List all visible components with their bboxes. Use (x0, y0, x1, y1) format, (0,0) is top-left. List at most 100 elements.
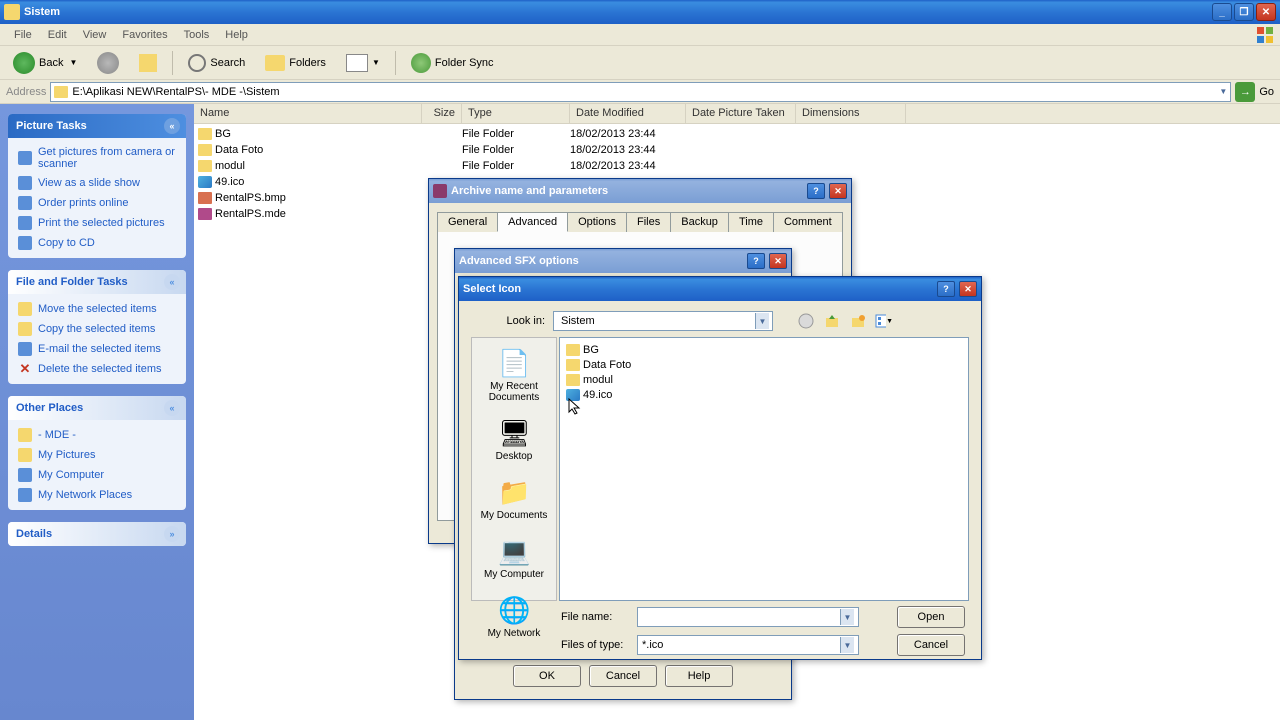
new-folder-button[interactable] (849, 312, 867, 330)
chevron-down-icon: ▼ (840, 609, 854, 625)
tab-advanced[interactable]: Advanced (497, 212, 568, 232)
col-picture-taken[interactable]: Date Picture Taken (686, 104, 796, 123)
folders-button[interactable]: Folders (258, 49, 333, 77)
ok-button[interactable]: OK (513, 665, 581, 687)
place-mde[interactable]: - MDE - (18, 428, 176, 442)
tab-backup[interactable]: Backup (670, 212, 729, 232)
task-copy-cd[interactable]: Copy to CD (18, 236, 176, 250)
archive-icon (433, 184, 447, 198)
foldersync-button[interactable]: Folder Sync (404, 49, 501, 77)
col-dimensions[interactable]: Dimensions (796, 104, 906, 123)
place-desktop[interactable]: 🖥Desktop (472, 414, 556, 465)
view-menu-button[interactable]: ▼ (875, 312, 893, 330)
collapse-icon[interactable]: « (164, 274, 180, 290)
lookin-label: Look in: (473, 315, 545, 327)
place-mycomputer[interactable]: My Computer (18, 468, 176, 482)
views-button[interactable]: ▼ (339, 49, 387, 77)
close-button[interactable]: ✕ (829, 183, 847, 199)
task-order-prints[interactable]: Order prints online (18, 196, 176, 210)
place-my-computer[interactable]: 💻My Computer (472, 532, 556, 583)
up-button[interactable] (132, 49, 164, 77)
views-icon (346, 54, 368, 72)
help-button[interactable]: ? (807, 183, 825, 199)
back-button[interactable]: Back▼ (6, 49, 84, 77)
place-my-documents[interactable]: 📁My Documents (472, 473, 556, 524)
cancel-button[interactable]: Cancel (589, 665, 657, 687)
file-item[interactable]: 49.ico (564, 387, 964, 402)
toolbar: Back▼ Search Folders ▼ Folder Sync (0, 46, 1280, 80)
go-button[interactable]: → (1235, 82, 1255, 102)
cart-icon (18, 196, 32, 210)
camera-icon (18, 151, 32, 165)
address-label: Address (6, 86, 46, 98)
expand-icon[interactable]: » (164, 526, 180, 542)
folder-icon (566, 344, 580, 356)
dialog-select-icon: Select Icon ? ✕ Look in: Sistem ▼ ▼ 📄My … (458, 276, 982, 660)
tab-time[interactable]: Time (728, 212, 774, 232)
delete-icon: ✕ (18, 362, 32, 376)
folder-icon (198, 160, 212, 172)
place-my-network[interactable]: 🌐My Network (472, 591, 556, 642)
place-network[interactable]: My Network Places (18, 488, 176, 502)
place-my-recent-documents[interactable]: 📄My Recent Documents (472, 344, 556, 406)
forward-button[interactable] (90, 49, 126, 77)
close-button[interactable]: ✕ (959, 281, 977, 297)
column-headers: Name Size Type Date Modified Date Pictur… (194, 104, 1280, 124)
task-get-pictures[interactable]: Get pictures from camera or scanner (18, 146, 176, 170)
cancel-button[interactable]: Cancel (897, 634, 965, 656)
file-item[interactable]: modul (564, 372, 964, 387)
open-button[interactable]: Open (897, 606, 965, 628)
place-mypictures[interactable]: My Pictures (18, 448, 176, 462)
task-print[interactable]: Print the selected pictures (18, 216, 176, 230)
folder-icon (198, 144, 212, 156)
task-email[interactable]: E-mail the selected items (18, 342, 176, 356)
menu-tools[interactable]: Tools (176, 26, 218, 44)
collapse-icon[interactable]: « (164, 118, 180, 134)
menu-view[interactable]: View (75, 26, 115, 44)
task-delete[interactable]: ✕Delete the selected items (18, 362, 176, 376)
collapse-icon[interactable]: « (164, 400, 180, 416)
folder-icon (198, 128, 212, 140)
menu-edit[interactable]: Edit (40, 26, 75, 44)
file-item[interactable]: BG (564, 342, 964, 357)
address-field[interactable]: E:\Aplikasi NEW\RentalPS\- MDE -\Sistem … (50, 82, 1231, 102)
tab-files[interactable]: Files (626, 212, 671, 232)
help-button[interactable]: Help (665, 665, 733, 687)
file-row[interactable]: Data FotoFile Folder18/02/2013 23:44 (194, 142, 1280, 158)
file-area[interactable]: BGData Fotomodul49.ico (559, 337, 969, 601)
filename-input[interactable]: ▼ (637, 607, 859, 627)
panel-title: Details (16, 528, 52, 540)
search-button[interactable]: Search (181, 49, 252, 77)
menu-favorites[interactable]: Favorites (114, 26, 175, 44)
panel-title: File and Folder Tasks (16, 276, 128, 288)
file-row[interactable]: BGFile Folder18/02/2013 23:44 (194, 126, 1280, 142)
lookin-combo[interactable]: Sistem ▼ (553, 311, 773, 331)
task-move[interactable]: Move the selected items (18, 302, 176, 316)
col-type[interactable]: Type (462, 104, 570, 123)
close-button[interactable]: ✕ (1256, 3, 1276, 21)
col-size[interactable]: Size (422, 104, 462, 123)
tab-options[interactable]: Options (567, 212, 627, 232)
col-date[interactable]: Date Modified (570, 104, 686, 123)
close-button[interactable]: ✕ (769, 253, 787, 269)
tab-comment[interactable]: Comment (773, 212, 843, 232)
task-copy[interactable]: Copy the selected items (18, 322, 176, 336)
help-button[interactable]: ? (747, 253, 765, 269)
computer-icon (18, 468, 32, 482)
minimize-button[interactable]: _ (1212, 3, 1232, 21)
filetype-combo[interactable]: *.ico▼ (637, 635, 859, 655)
menu-help[interactable]: Help (217, 26, 256, 44)
col-name[interactable]: Name (194, 104, 422, 123)
task-slideshow[interactable]: View as a slide show (18, 176, 176, 190)
tab-general[interactable]: General (437, 212, 498, 232)
move-icon (18, 302, 32, 316)
help-button[interactable]: ? (937, 281, 955, 297)
file-item[interactable]: Data Foto (564, 357, 964, 372)
up-nav-button[interactable] (823, 312, 841, 330)
back-nav-button[interactable] (797, 312, 815, 330)
maximize-button[interactable]: ❐ (1234, 3, 1254, 21)
panel-title: Picture Tasks (16, 120, 87, 132)
menu-file[interactable]: File (6, 26, 40, 44)
file-row[interactable]: modulFile Folder18/02/2013 23:44 (194, 158, 1280, 174)
search-icon (188, 54, 206, 72)
